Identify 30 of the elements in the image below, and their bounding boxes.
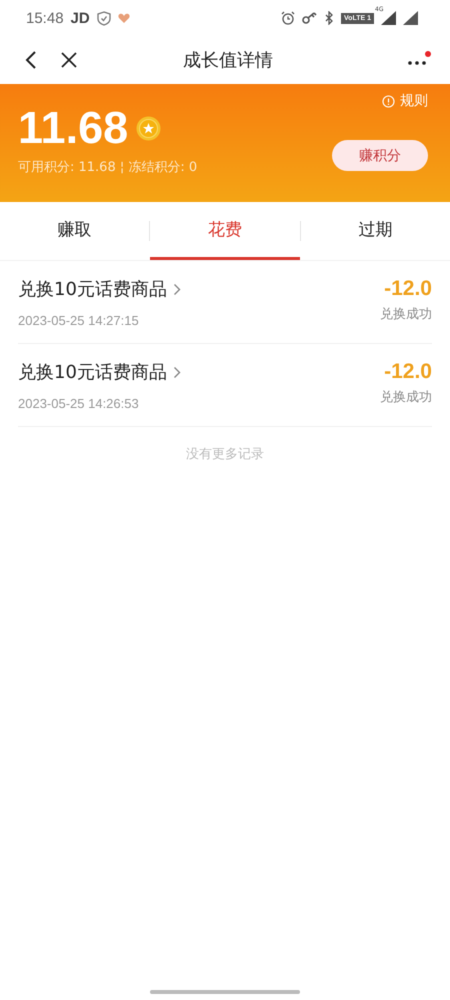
signal-icon [381, 11, 396, 25]
tab[interactable]: 过期 [300, 202, 450, 260]
record-title[interactable]: 兑换10元话费商品 [18, 277, 181, 301]
points-summary: 可用积分: 11.68 ¦ 冻结积分: 0 [18, 159, 198, 176]
tab[interactable]: 赚取 [0, 202, 150, 260]
key-icon [302, 12, 318, 24]
info-icon [382, 94, 395, 108]
heart-icon [118, 12, 130, 24]
points-value: 11.68 [18, 102, 128, 154]
bluetooth-icon [324, 11, 334, 25]
chevron-left-icon [24, 50, 38, 70]
signal-icon [403, 11, 418, 25]
shield-icon [96, 10, 111, 26]
tab[interactable]: 花费 [150, 202, 300, 260]
record-amount: -12.0 [384, 360, 432, 384]
record-title[interactable]: 兑换10元话费商品 [18, 360, 181, 384]
record-time: 2023-05-25 14:27:15 [18, 313, 140, 328]
record-time: 2023-05-25 14:26:53 [18, 396, 140, 411]
record-status: 兑换成功 [380, 389, 432, 406]
record-status: 兑换成功 [380, 306, 432, 323]
no-more-records-note: 没有更多记录 [185, 446, 265, 463]
record-amount: -12.0 [384, 277, 432, 301]
chevron-right-icon [172, 282, 181, 296]
earn-points-button[interactable]: 赚积分 [332, 140, 428, 171]
chevron-right-icon [172, 366, 181, 378]
page-title: 成长值详情 [182, 49, 274, 72]
status-time: 15:48 [26, 10, 64, 26]
carrier-label: JD [70, 10, 90, 26]
star-coin-icon [136, 116, 162, 140]
alarm-icon [281, 11, 296, 25]
